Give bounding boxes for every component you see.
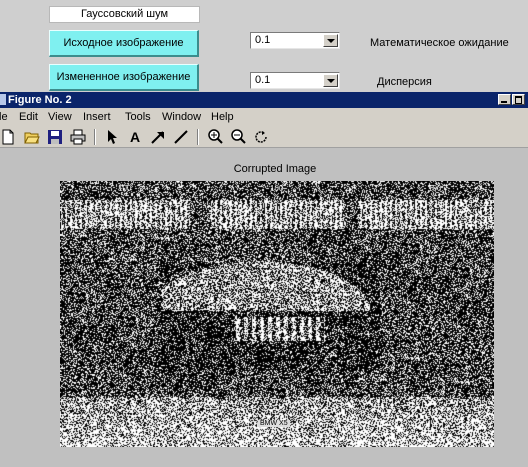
minimize-button[interactable] (498, 94, 511, 105)
menu-help[interactable]: Help (211, 108, 234, 126)
matlab-window-icon (0, 94, 6, 105)
toolbar-separator (197, 129, 199, 145)
text-icon[interactable]: A (127, 129, 143, 145)
image-label: 100 (428, 184, 442, 193)
mean-label: Математическое ожидание (370, 37, 509, 49)
variance-label: Дисперсия (377, 76, 432, 88)
variance-select[interactable]: 0.1 (250, 72, 340, 89)
gui-panel: Гауссовский шум Исходное изображение Изм… (0, 0, 528, 92)
image-label: 100 (118, 184, 132, 193)
title-bar: Figure No. 2 (0, 92, 528, 108)
plot-area: Corrupted Image 100 100 100 BMW X5 (0, 149, 528, 467)
menu-file[interactable]: le (0, 108, 8, 126)
menu-insert[interactable]: Insert (83, 108, 111, 126)
corrupted-image (60, 181, 494, 447)
zoom-out-icon[interactable] (230, 129, 246, 145)
menu-window[interactable]: Window (162, 108, 201, 126)
chevron-down-icon[interactable] (323, 34, 338, 47)
new-file-icon[interactable] (0, 129, 16, 145)
zoom-in-icon[interactable] (207, 129, 223, 145)
mean-select-value: 0.1 (255, 34, 271, 46)
line-icon[interactable] (173, 129, 189, 145)
modified-image-button[interactable]: Измененное изображение (49, 64, 199, 91)
menu-bar: le Edit View Insert Tools Window Help (0, 108, 528, 126)
toolbar: A (0, 126, 528, 148)
image-label: 100 (270, 184, 284, 193)
maximize-button[interactable] (512, 94, 525, 105)
arrow-icon[interactable] (150, 129, 166, 145)
arrow-pointer-icon[interactable] (104, 129, 120, 145)
save-icon[interactable] (47, 129, 63, 145)
menu-tools[interactable]: Tools (125, 108, 151, 126)
chevron-down-icon[interactable] (323, 74, 338, 87)
noise-type-label: Гауссовский шум (49, 6, 200, 23)
variance-select-value: 0.1 (255, 74, 271, 86)
window-title: Figure No. 2 (8, 94, 72, 106)
menu-edit[interactable]: Edit (19, 108, 38, 126)
toolbar-separator (94, 129, 96, 145)
menu-view[interactable]: View (48, 108, 72, 126)
figure-window: Figure No. 2 le Edit View Insert Tools W… (0, 92, 528, 467)
rotate-icon[interactable] (253, 129, 269, 145)
license-plate-text: BMW X5 (258, 420, 290, 427)
mean-select[interactable]: 0.1 (250, 32, 340, 49)
open-folder-icon[interactable] (24, 129, 40, 145)
plot-title: Corrupted Image (233, 163, 317, 175)
original-image-button[interactable]: Исходное изображение (49, 30, 199, 57)
print-icon[interactable] (70, 129, 86, 145)
